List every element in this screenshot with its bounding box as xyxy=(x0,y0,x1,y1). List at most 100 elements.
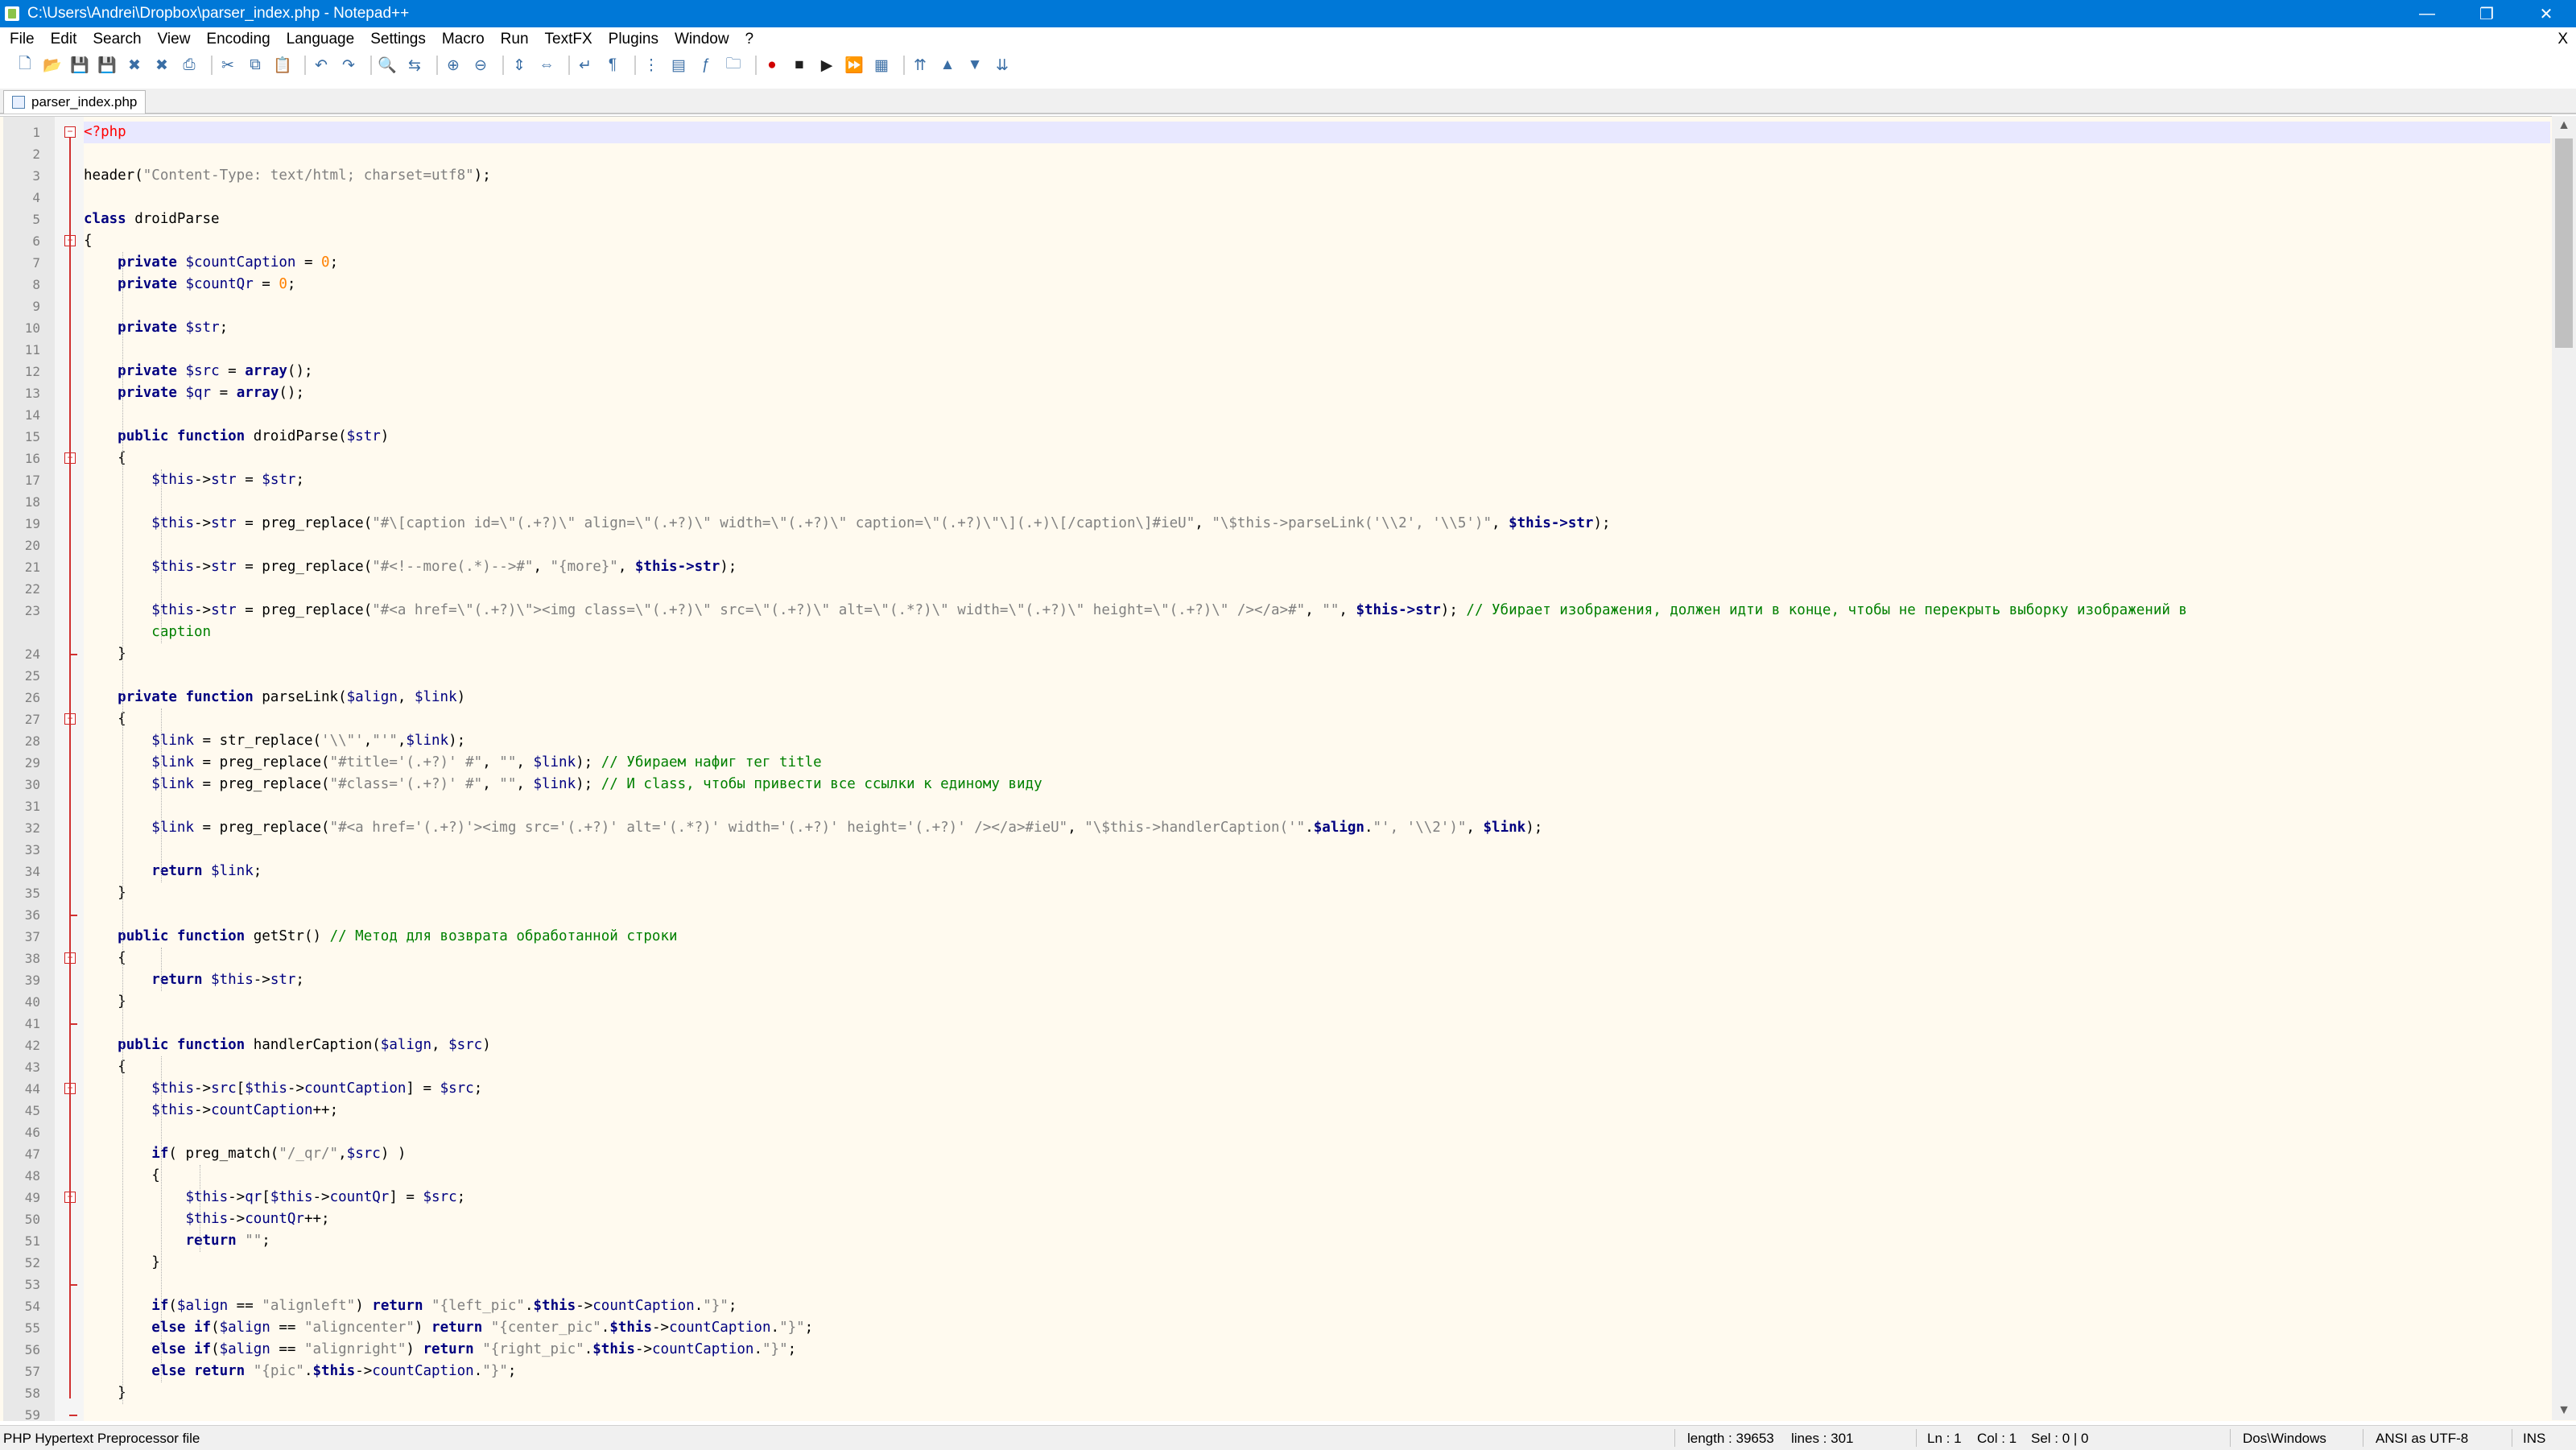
code-line[interactable]: public function handlerCaption($align, $… xyxy=(84,1035,2550,1056)
code-line[interactable]: { xyxy=(84,230,2550,252)
fold-all-icon[interactable]: ⇈ xyxy=(910,55,931,76)
menu-settings[interactable]: Settings xyxy=(364,31,432,48)
code-line[interactable]: else if($align == "alignright") return "… xyxy=(84,1339,2550,1361)
code-line[interactable]: return $link; xyxy=(84,861,2550,882)
code-line[interactable]: { xyxy=(84,708,2550,730)
code-line[interactable]: $link = str_replace('\\"',"'",$link); xyxy=(84,730,2550,752)
code-line[interactable]: return $this->str; xyxy=(84,969,2550,991)
save-icon[interactable]: 💾 xyxy=(69,55,90,76)
code-line[interactable]: private $src = array(); xyxy=(84,361,2550,382)
close-button[interactable]: ✕ xyxy=(2516,0,2576,27)
code-line[interactable]: else if($align == "aligncenter") return … xyxy=(84,1317,2550,1339)
menu-window[interactable]: Window xyxy=(668,31,736,48)
find-icon[interactable]: 🔍 xyxy=(377,55,398,76)
code-line[interactable] xyxy=(84,795,2550,817)
code-line[interactable]: $this->src[$this->countCaption] = $src; xyxy=(84,1078,2550,1100)
record-macro-icon[interactable]: ● xyxy=(762,55,782,76)
stop-record-icon[interactable]: ■ xyxy=(789,55,810,76)
code-area[interactable]: <?php header("Content-Type: text/html; ch… xyxy=(84,117,2550,1421)
menu-run[interactable]: Run xyxy=(494,31,535,48)
word-wrap-icon[interactable]: ↵ xyxy=(575,55,596,76)
code-line[interactable] xyxy=(84,904,2550,926)
code-line[interactable]: else return "{pic".$this->countCaption."… xyxy=(84,1361,2550,1382)
scroll-down-icon[interactable]: ▼ xyxy=(2552,1401,2576,1420)
close-document-button[interactable]: X xyxy=(2557,31,2568,48)
scroll-up-icon[interactable]: ▲ xyxy=(2552,116,2576,135)
menu-help[interactable]: ? xyxy=(739,31,761,48)
code-line[interactable] xyxy=(84,578,2550,600)
function-list-icon[interactable]: ƒ xyxy=(696,55,716,76)
paste-icon[interactable]: 📋 xyxy=(272,55,293,76)
cut-icon[interactable]: ✂ xyxy=(217,55,238,76)
play-macro-icon[interactable]: ▶ xyxy=(816,55,837,76)
code-line[interactable] xyxy=(84,295,2550,317)
code-line[interactable]: class droidParse xyxy=(84,209,2550,230)
open-file-icon[interactable]: 📂 xyxy=(42,55,63,76)
next-bookmark-icon[interactable]: ▼ xyxy=(964,55,985,76)
menu-file[interactable]: File xyxy=(3,31,41,48)
code-line[interactable]: } xyxy=(84,1382,2550,1404)
menu-macro[interactable]: Macro xyxy=(436,31,491,48)
close-all-icon[interactable]: ✖ xyxy=(151,55,172,76)
code-line[interactable]: $this->qr[$this->countQr] = $src; xyxy=(84,1187,2550,1208)
folder-workspace-icon[interactable]: 🗀 xyxy=(723,55,744,76)
save-all-icon[interactable]: 💾 xyxy=(97,55,118,76)
close-icon[interactable]: ✖ xyxy=(124,55,145,76)
code-line[interactable]: $link = preg_replace("#title='(.+?)' #",… xyxy=(84,752,2550,774)
sync-h-icon[interactable]: ⇔ xyxy=(536,55,557,76)
code-line[interactable]: if( preg_match("/_qr/",$src) ) xyxy=(84,1143,2550,1165)
redo-icon[interactable]: ↷ xyxy=(338,55,359,76)
menu-plugins[interactable]: Plugins xyxy=(602,31,665,48)
scroll-thumb[interactable] xyxy=(2555,138,2573,348)
code-line[interactable]: } xyxy=(84,991,2550,1013)
tab-parser-index[interactable]: parser_index.php xyxy=(3,90,147,114)
replace-icon[interactable]: ⇆ xyxy=(404,55,425,76)
code-line[interactable]: private $qr = array(); xyxy=(84,382,2550,404)
code-line[interactable] xyxy=(84,1274,2550,1295)
code-line[interactable]: $this->str = preg_replace("#\[caption id… xyxy=(84,513,2550,535)
code-line[interactable]: { xyxy=(84,948,2550,969)
code-line[interactable] xyxy=(84,339,2550,361)
code-line[interactable]: public function getStr() // Метод для во… xyxy=(84,926,2550,948)
run-macro-multiple-icon[interactable]: ⏩ xyxy=(844,55,865,76)
code-line[interactable] xyxy=(84,1122,2550,1143)
code-line[interactable] xyxy=(84,665,2550,687)
code-line[interactable]: $this->countCaption++; xyxy=(84,1100,2550,1122)
code-line[interactable]: { xyxy=(84,1056,2550,1078)
doc-map-icon[interactable]: ▤ xyxy=(668,55,689,76)
show-all-chars-icon[interactable]: ¶ xyxy=(602,55,623,76)
menu-view[interactable]: View xyxy=(151,31,197,48)
code-line[interactable] xyxy=(84,404,2550,426)
code-line[interactable]: $link = preg_replace("#class='(.+?)' #",… xyxy=(84,774,2550,795)
code-line[interactable]: $link = preg_replace("#<a href='(.+?)'><… xyxy=(84,817,2550,839)
minimize-button[interactable]: — xyxy=(2397,0,2457,27)
menu-textfx[interactable]: TextFX xyxy=(539,31,599,48)
copy-icon[interactable]: ⧉ xyxy=(245,55,266,76)
code-line[interactable]: $this->str = preg_replace("#<!--more(.*)… xyxy=(84,556,2550,578)
undo-icon[interactable]: ↶ xyxy=(311,55,332,76)
menu-edit[interactable]: Edit xyxy=(44,31,84,48)
code-line[interactable] xyxy=(84,143,2550,165)
code-line[interactable]: <?php xyxy=(84,122,2550,143)
print-icon[interactable]: ⎙ xyxy=(179,55,200,76)
indent-guide-icon[interactable]: ⋮ xyxy=(641,55,662,76)
menu-language[interactable]: Language xyxy=(280,31,361,48)
code-line[interactable] xyxy=(84,187,2550,209)
code-line[interactable] xyxy=(84,1013,2550,1035)
code-line[interactable]: header("Content-Type: text/html; charset… xyxy=(84,165,2550,187)
save-macro-icon[interactable]: ▦ xyxy=(871,55,892,76)
editor[interactable]: <?php header("Content-Type: text/html; ch… xyxy=(0,116,2576,1423)
code-line[interactable]: { xyxy=(84,448,2550,469)
code-line[interactable] xyxy=(84,491,2550,513)
code-line[interactable]: caption xyxy=(84,622,2550,643)
code-line[interactable]: } xyxy=(84,1252,2550,1274)
vertical-scrollbar[interactable]: ▲ ▼ xyxy=(2552,116,2576,1420)
code-line[interactable]: $this->str = preg_replace("#<a href=\"(.… xyxy=(84,600,2550,622)
prev-bookmark-icon[interactable]: ▲ xyxy=(937,55,958,76)
code-line[interactable]: } xyxy=(84,643,2550,665)
zoom-out-icon[interactable]: ⊖ xyxy=(470,55,491,76)
code-line[interactable]: } xyxy=(84,882,2550,904)
code-line[interactable] xyxy=(84,535,2550,556)
unfold-all-icon[interactable]: ⇊ xyxy=(992,55,1013,76)
code-line[interactable]: if($align == "alignleft") return "{left_… xyxy=(84,1295,2550,1317)
